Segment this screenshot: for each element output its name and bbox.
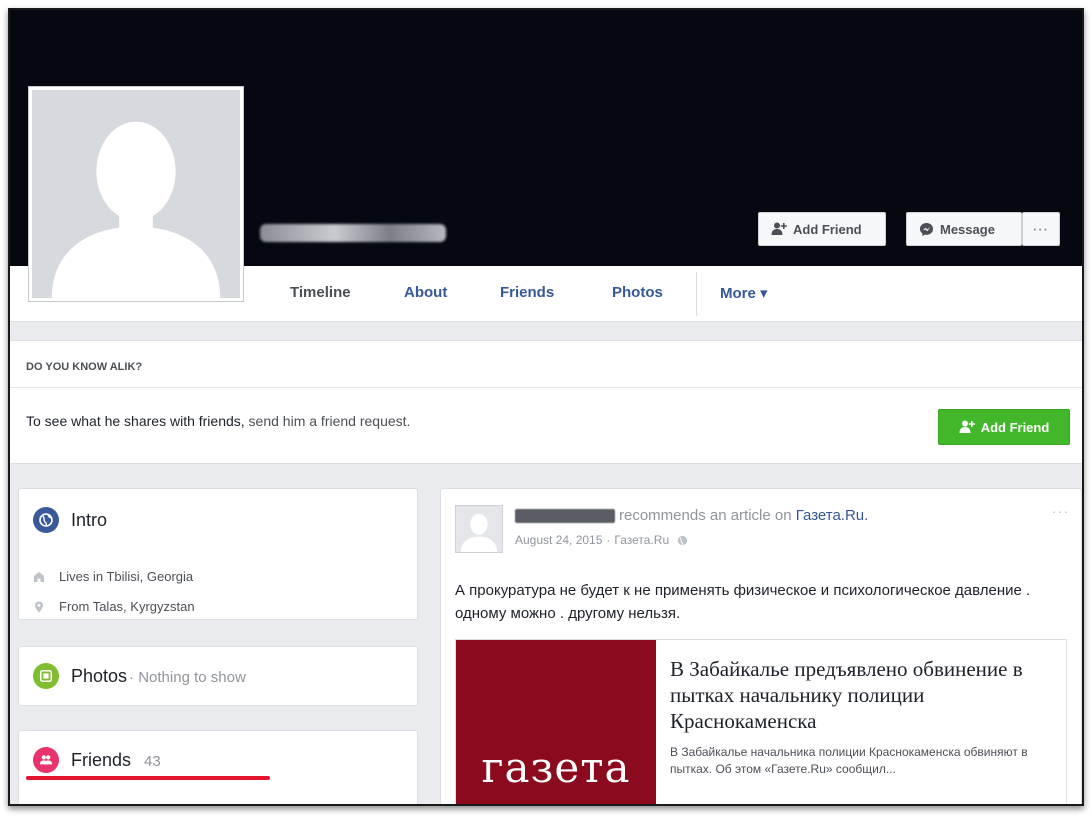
post-card: recommends an article on Газета.Ru. Augu… [440, 488, 1082, 804]
add-user-icon [771, 222, 787, 235]
prompt-heading: DO YOU KNOW ALIK? [26, 361, 143, 373]
location-pin-icon [35, 601, 43, 612]
article-title[interactable]: В Забайкалье предъявлено обвинение в пыт… [670, 656, 1050, 734]
post-source-link[interactable]: Газета.Ru. [796, 507, 869, 524]
more-dots-icon: ··· [1033, 221, 1049, 237]
globe-icon [33, 507, 59, 533]
prompt-text-muted: send him a friend request. [244, 413, 411, 429]
post-meta: August 24, 2015 · Газета.Ru [515, 533, 688, 547]
annotation-underline [26, 776, 270, 780]
tab-more[interactable]: More ▾ [720, 284, 768, 302]
public-globe-icon[interactable] [677, 535, 688, 546]
add-friend-button[interactable]: Add Friend [758, 212, 886, 246]
post-action-text: recommends an article on [619, 507, 796, 524]
default-avatar-icon [456, 506, 502, 552]
photos-card: Photos · Nothing to show [18, 646, 418, 706]
photos-title: Photos [71, 665, 128, 686]
message-button[interactable]: Message [906, 212, 1022, 246]
add-user-icon [959, 420, 975, 433]
friend-request-prompt: DO YOU KNOW ALIK? To see what he shares … [10, 340, 1082, 464]
home-icon [34, 571, 44, 582]
more-options-button[interactable]: ··· [1022, 212, 1060, 246]
friends-card: Friends 43 [18, 730, 418, 804]
add-friend-green-label: Add Friend [980, 419, 1050, 435]
post-date[interactable]: August 24, 2015 [515, 533, 602, 547]
add-friend-label: Add Friend [793, 221, 862, 237]
friends-header[interactable]: Friends 43 [33, 747, 161, 773]
friends-count: 43 [144, 752, 161, 770]
intro-header: Intro [33, 507, 107, 533]
meta-separator: · [606, 533, 611, 547]
default-avatar-icon [32, 90, 240, 298]
divider [10, 387, 1082, 388]
lives-in-text: Lives in Tbilisi, Georgia [59, 569, 194, 584]
prompt-text-main: To see what he shares with friends, [26, 413, 245, 429]
message-label: Message [940, 221, 995, 237]
post-body: А прокуратура не будет к не применять фи… [455, 582, 1031, 622]
post-options-icon[interactable]: ··· [1052, 503, 1069, 519]
article-thumb-logo-text: газета [481, 743, 631, 792]
photos-empty-text: · Nothing to show [129, 668, 246, 686]
post-author-redacted [515, 509, 615, 523]
shared-article[interactable]: газета В Забайкалье предъявлено обвинени… [455, 639, 1067, 804]
screenshot-frame: Add Friend Message ··· Timeline About Fr… [8, 8, 1084, 806]
from-row: From Talas, Kyrgyzstan [33, 599, 195, 614]
tab-divider [696, 272, 697, 316]
profile-picture[interactable] [28, 86, 244, 302]
post-author-avatar[interactable] [455, 505, 503, 553]
tab-friends[interactable]: Friends [500, 284, 554, 301]
prompt-text: To see what he shares with friends, send… [26, 413, 410, 429]
photos-icon [33, 663, 59, 689]
post-headline: recommends an article on Газета.Ru. [619, 507, 868, 524]
friends-icon [33, 747, 59, 773]
friends-title: Friends [71, 749, 132, 770]
post-source[interactable]: Газета.Ru [614, 533, 669, 547]
lives-in-row: Lives in Tbilisi, Georgia [33, 569, 193, 584]
tab-photos[interactable]: Photos [612, 284, 663, 301]
article-description: В Забайкалье начальника полиции Краснока… [670, 745, 1028, 776]
tab-timeline[interactable]: Timeline [290, 284, 351, 301]
messenger-icon [919, 222, 934, 236]
article-thumbnail: газета [456, 640, 656, 804]
tab-about[interactable]: About [404, 284, 447, 301]
profile-name-redacted [260, 224, 446, 242]
intro-title: Intro [71, 509, 108, 530]
photos-header[interactable]: Photos · Nothing to show [33, 663, 246, 689]
from-text: From Talas, Kyrgyzstan [59, 599, 195, 614]
add-friend-green-button[interactable]: Add Friend [938, 409, 1070, 445]
intro-card: Intro Lives in Tbilisi, Georgia From Tal… [18, 488, 418, 620]
